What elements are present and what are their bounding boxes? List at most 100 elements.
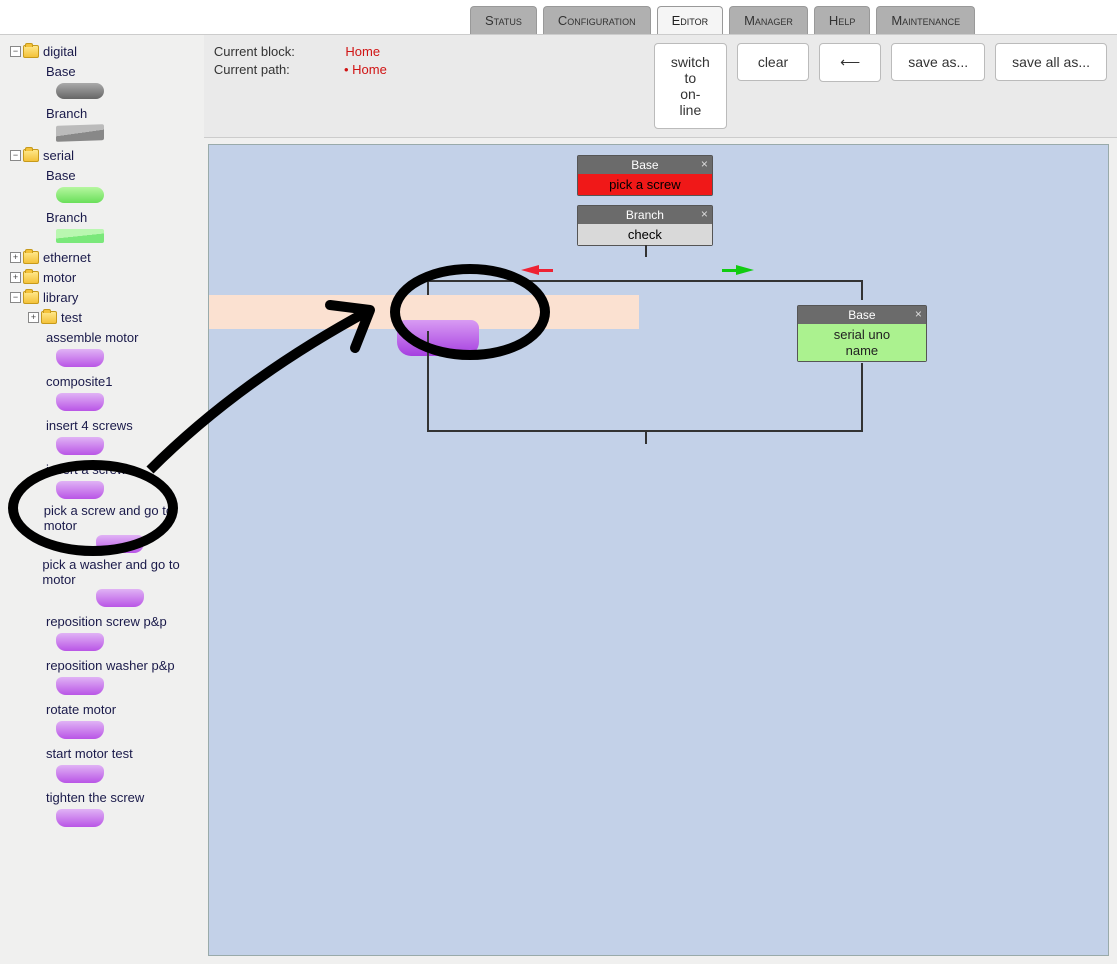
- thumb-base-green[interactable]: [56, 187, 104, 203]
- node-header: Base ×: [798, 306, 926, 324]
- thumb-base-gray[interactable]: [56, 83, 104, 99]
- tree-label: insert 4 screws: [44, 418, 133, 433]
- current-path-bullet: •: [344, 62, 352, 77]
- thumb-purple[interactable]: [56, 765, 104, 783]
- back-button[interactable]: ⟵: [819, 43, 881, 82]
- node-header: Base ×: [578, 156, 712, 174]
- tab-status[interactable]: Status: [470, 6, 537, 34]
- folder-icon: [23, 251, 39, 264]
- connector-line: [861, 363, 863, 431]
- tree-item-reposition-washer[interactable]: reposition washer p&p: [4, 655, 200, 675]
- tab-bar: Status Configuration Editor Manager Help…: [0, 0, 1117, 34]
- thumb-purple[interactable]: [56, 721, 104, 739]
- connector-line: [427, 280, 863, 282]
- folder-icon: [23, 291, 39, 304]
- save-as-button[interactable]: save as...: [891, 43, 985, 81]
- node-title: Branch: [626, 208, 664, 222]
- node-base-serial-uno[interactable]: Base × serial uno name: [797, 305, 927, 362]
- tree-label: start motor test: [44, 746, 133, 761]
- tree-item-start-motor-test[interactable]: start motor test: [4, 743, 200, 763]
- tree-label: Branch: [44, 210, 87, 225]
- arrow-right-icon: [736, 265, 754, 275]
- thumb-purple[interactable]: [96, 535, 144, 553]
- thumb-purple[interactable]: [56, 349, 104, 367]
- close-icon[interactable]: ×: [701, 157, 708, 171]
- collapse-icon[interactable]: −: [10, 46, 21, 57]
- save-all-as-button[interactable]: save all as...: [995, 43, 1107, 81]
- tab-editor[interactable]: Editor: [657, 6, 724, 34]
- thumb-purple[interactable]: [56, 481, 104, 499]
- thumb-purple[interactable]: [56, 437, 104, 455]
- editor-canvas[interactable]: Base × pick a screw Branch × check: [208, 144, 1109, 956]
- tree-label: reposition screw p&p: [44, 614, 167, 629]
- close-icon[interactable]: ×: [915, 307, 922, 321]
- tree-node-test[interactable]: + test: [4, 307, 200, 327]
- tree-label: library: [41, 290, 78, 305]
- tab-maintenance[interactable]: Maintenance: [876, 6, 975, 34]
- tree-item-pick-washer-go-motor[interactable]: pick a washer and go to motor: [4, 557, 200, 587]
- sidebar-tree: − digital Base Branch − serial: [0, 35, 204, 964]
- thumb-purple[interactable]: [56, 809, 104, 827]
- collapse-icon[interactable]: −: [10, 292, 21, 303]
- tree-node-motor[interactable]: + motor: [4, 267, 200, 287]
- tree-item-tighten-screw[interactable]: tighten the screw: [4, 787, 200, 807]
- tree-item-rotate-motor[interactable]: rotate motor: [4, 699, 200, 719]
- node-body: serial uno name: [798, 324, 926, 361]
- close-icon[interactable]: ×: [701, 207, 708, 221]
- node-branch-check[interactable]: Branch × check: [577, 205, 713, 246]
- tree-label: Branch: [44, 106, 87, 121]
- editor-toolbar: Current block: Home Current path: • Home…: [204, 35, 1117, 138]
- thumb-purple[interactable]: [56, 677, 104, 695]
- tree-item-pick-screw-go-motor[interactable]: pick a screw and go to motor: [4, 503, 200, 533]
- node-base-pick-screw[interactable]: Base × pick a screw: [577, 155, 713, 196]
- node-body: pick a screw: [578, 174, 712, 195]
- tree-item-reposition-screw[interactable]: reposition screw p&p: [4, 611, 200, 631]
- tab-manager[interactable]: Manager: [729, 6, 808, 34]
- node-header: Branch ×: [578, 206, 712, 224]
- folder-icon: [23, 271, 39, 284]
- tree-label: assemble motor: [44, 330, 138, 345]
- tree-node-serial[interactable]: − serial: [4, 145, 200, 165]
- current-info: Current block: Home Current path: • Home: [214, 43, 634, 79]
- tree-item-digital-base[interactable]: Base: [4, 61, 200, 81]
- tab-help[interactable]: Help: [814, 6, 870, 34]
- current-path-value[interactable]: Home: [352, 62, 387, 77]
- current-block-value: Home: [345, 44, 380, 59]
- clear-button[interactable]: clear: [737, 43, 809, 81]
- tree-item-assemble-motor[interactable]: assemble motor: [4, 327, 200, 347]
- tree-label: motor: [41, 270, 76, 285]
- thumb-branch-gray[interactable]: [56, 124, 104, 142]
- expand-icon[interactable]: +: [10, 252, 21, 263]
- collapse-icon[interactable]: −: [10, 150, 21, 161]
- tree-item-serial-base[interactable]: Base: [4, 165, 200, 185]
- tree-item-digital-branch[interactable]: Branch: [4, 103, 200, 123]
- tree-item-insert-4-screws[interactable]: insert 4 screws: [4, 415, 200, 435]
- dragged-block[interactable]: [397, 320, 479, 356]
- folder-icon: [41, 311, 57, 324]
- tree-label: ethernet: [41, 250, 91, 265]
- expand-icon[interactable]: +: [28, 312, 39, 323]
- tree-node-library[interactable]: − library: [4, 287, 200, 307]
- tree-node-ethernet[interactable]: + ethernet: [4, 247, 200, 267]
- connector-line: [427, 331, 429, 431]
- thumb-purple[interactable]: [56, 393, 104, 411]
- tree-label: composite1: [44, 374, 112, 389]
- tree-item-serial-branch[interactable]: Branch: [4, 207, 200, 227]
- tree-label: Base: [44, 168, 76, 183]
- folder-icon: [23, 149, 39, 162]
- tree-label: serial: [41, 148, 74, 163]
- tree-item-composite1[interactable]: composite1: [4, 371, 200, 391]
- current-path-label: Current path:: [214, 62, 290, 77]
- thumb-purple[interactable]: [96, 589, 144, 607]
- thumb-purple[interactable]: [56, 633, 104, 651]
- tree-label: insert a screw: [44, 462, 126, 477]
- tree-node-digital[interactable]: − digital: [4, 41, 200, 61]
- folder-icon: [23, 45, 39, 58]
- thumb-branch-green[interactable]: [56, 229, 104, 243]
- expand-icon[interactable]: +: [10, 272, 21, 283]
- switch-online-button[interactable]: switch to on-line: [654, 43, 727, 129]
- tab-configuration[interactable]: Configuration: [543, 6, 651, 34]
- tree-label: reposition washer p&p: [44, 658, 175, 673]
- tree-item-insert-a-screw[interactable]: insert a screw: [4, 459, 200, 479]
- tree-label: digital: [41, 44, 77, 59]
